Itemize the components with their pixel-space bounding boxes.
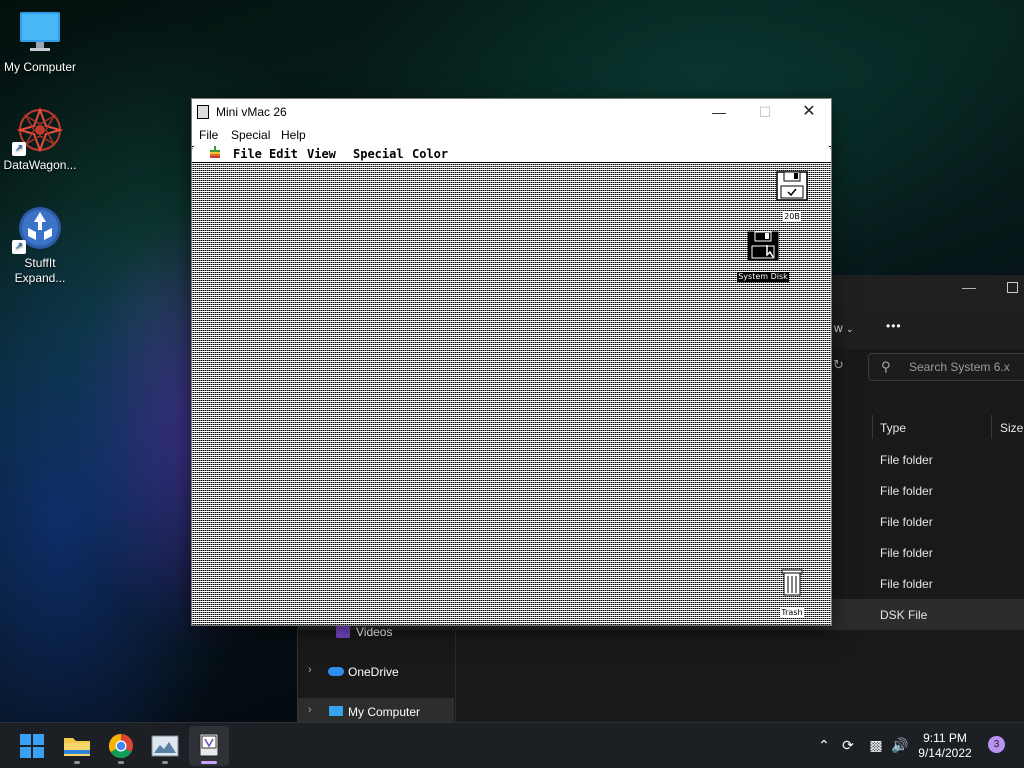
photos-icon xyxy=(151,735,179,757)
nav-item-label: Videos xyxy=(356,625,393,639)
taskbar-photos[interactable] xyxy=(145,726,185,766)
minimize-icon[interactable]: — xyxy=(962,279,976,295)
emulated-mac-screen[interactable]: File Edit View Special Color 20B System … xyxy=(192,145,831,625)
chevron-down-icon: ⌄ xyxy=(846,324,854,334)
mac-menu-edit[interactable]: Edit xyxy=(269,146,298,162)
trash-can-icon xyxy=(781,569,803,596)
volume-icon[interactable]: 🔊 xyxy=(890,735,910,755)
clock-time: 9:11 PM xyxy=(923,731,967,745)
start-button[interactable] xyxy=(12,726,52,766)
vmac-titlebar[interactable]: Mini vMac 26 — ☐ ✕ xyxy=(192,99,831,125)
navigation-pane: Videos › OneDrive › My Computer xyxy=(298,615,456,726)
menu-special[interactable]: Special xyxy=(231,127,270,143)
clock-date: 9/14/2022 xyxy=(918,746,972,760)
chrome-icon xyxy=(108,734,133,759)
mini-vmac-window[interactable]: Mini vMac 26 — ☐ ✕ File Special Help Fil… xyxy=(191,98,832,626)
stuffit-icon: ↗ xyxy=(12,204,64,254)
column-header-size[interactable]: Size xyxy=(1000,421,1023,435)
mac-menu-file[interactable]: File xyxy=(233,146,262,162)
file-type: File folder xyxy=(880,577,933,591)
column-divider xyxy=(991,415,992,439)
taskbar-chrome[interactable] xyxy=(101,726,141,766)
desktop-icon-label: StuffIt Expand... xyxy=(14,256,66,285)
file-type: File folder xyxy=(880,453,933,467)
nav-item-label: My Computer xyxy=(348,705,421,719)
view-button[interactable]: w ⌄ xyxy=(834,321,854,335)
file-explorer-icon xyxy=(64,738,90,756)
column-header-type[interactable]: Type xyxy=(880,421,906,435)
monitor-icon xyxy=(329,706,343,716)
desktop-icon-label: My Computer xyxy=(3,60,77,74)
nav-item-label: OneDrive xyxy=(348,665,399,679)
mini-vmac-app-icon xyxy=(197,105,209,119)
running-indicator xyxy=(162,761,168,764)
file-type: File folder xyxy=(880,515,933,529)
file-type: File folder xyxy=(880,546,933,560)
taskbar-file-explorer[interactable] xyxy=(57,726,97,766)
file-type: File folder xyxy=(880,484,933,498)
column-divider xyxy=(872,415,873,439)
chevron-right-icon[interactable]: › xyxy=(308,704,312,716)
mac-disk-icon-20b[interactable]: 20B xyxy=(772,171,812,224)
clock[interactable]: 9:11 PM 9/14/2022 xyxy=(910,731,980,761)
chevron-right-icon[interactable]: › xyxy=(308,664,312,676)
datawagon-icon: ↗ xyxy=(12,106,64,156)
nav-item-onedrive[interactable]: › OneDrive xyxy=(298,658,454,686)
mac-menubar: File Edit View Special Color xyxy=(192,145,831,163)
vmac-menubar: File Special Help xyxy=(192,125,831,145)
maximize-icon[interactable] xyxy=(1007,282,1018,293)
running-indicator xyxy=(74,761,80,764)
videos-icon xyxy=(336,624,350,638)
floppy-disk-icon xyxy=(776,171,808,201)
search-icon: ⚲ xyxy=(881,359,891,374)
floppy-disk-icon xyxy=(747,231,779,261)
desktop-icon-my-computer[interactable]: My Computer xyxy=(0,8,80,75)
mac-menu-special[interactable]: Special xyxy=(353,146,404,162)
minimize-button[interactable]: — xyxy=(696,99,742,125)
desktop-icon-datawagon[interactable]: ↗ DataWagon... xyxy=(0,106,80,173)
window-title: Mini vMac 26 xyxy=(216,105,287,119)
menu-help[interactable]: Help xyxy=(281,127,306,143)
taskbar: ⌃ ⟳ ▩ 🔊 9:11 PM 9/14/2022 3 xyxy=(0,722,1024,768)
search-input[interactable]: ⚲ Search System 6.x xyxy=(868,353,1024,381)
shortcut-arrow-icon: ↗ xyxy=(12,240,26,254)
chevron-up-icon[interactable]: ⌃ xyxy=(814,735,834,755)
start-icon xyxy=(20,734,44,758)
cloud-icon xyxy=(328,667,344,676)
desktop-icon-stuffit[interactable]: ↗ StuffIt Expand... xyxy=(0,204,80,286)
mac-menu-color[interactable]: Color xyxy=(412,146,448,162)
sync-icon[interactable]: ⟳ xyxy=(838,735,858,755)
mac-trash-icon[interactable]: Trash xyxy=(772,567,812,620)
running-indicator xyxy=(201,761,217,764)
menu-file[interactable]: File xyxy=(199,127,218,143)
apple-icon[interactable] xyxy=(209,146,221,162)
mac-menu-view[interactable]: View xyxy=(307,146,336,162)
network-icon[interactable]: ▩ xyxy=(866,735,886,755)
shortcut-arrow-icon: ↗ xyxy=(12,142,26,156)
running-indicator xyxy=(118,761,124,764)
monitor-icon xyxy=(16,8,64,56)
mac-icon-label: Trash xyxy=(780,608,804,618)
notification-badge[interactable]: 3 xyxy=(988,736,1005,753)
file-type: DSK File xyxy=(880,608,928,622)
refresh-icon[interactable]: ↻ xyxy=(833,357,844,373)
mac-icon-label: System Disk xyxy=(737,272,789,282)
mac-icon-label: 20B xyxy=(783,212,801,222)
taskbar-mini-vmac[interactable] xyxy=(189,726,229,766)
mac-disk-icon-system[interactable]: System Disk xyxy=(728,231,798,284)
desktop: My Computer ↗ DataWagon... ↗ StuffIt Exp… xyxy=(0,0,1024,726)
maximize-button[interactable]: ☐ xyxy=(742,99,788,125)
desktop-icon-label: DataWagon... xyxy=(3,158,77,172)
close-button[interactable]: ✕ xyxy=(786,99,832,125)
mini-vmac-icon xyxy=(199,733,219,757)
more-options-button[interactable]: ••• xyxy=(886,319,902,333)
